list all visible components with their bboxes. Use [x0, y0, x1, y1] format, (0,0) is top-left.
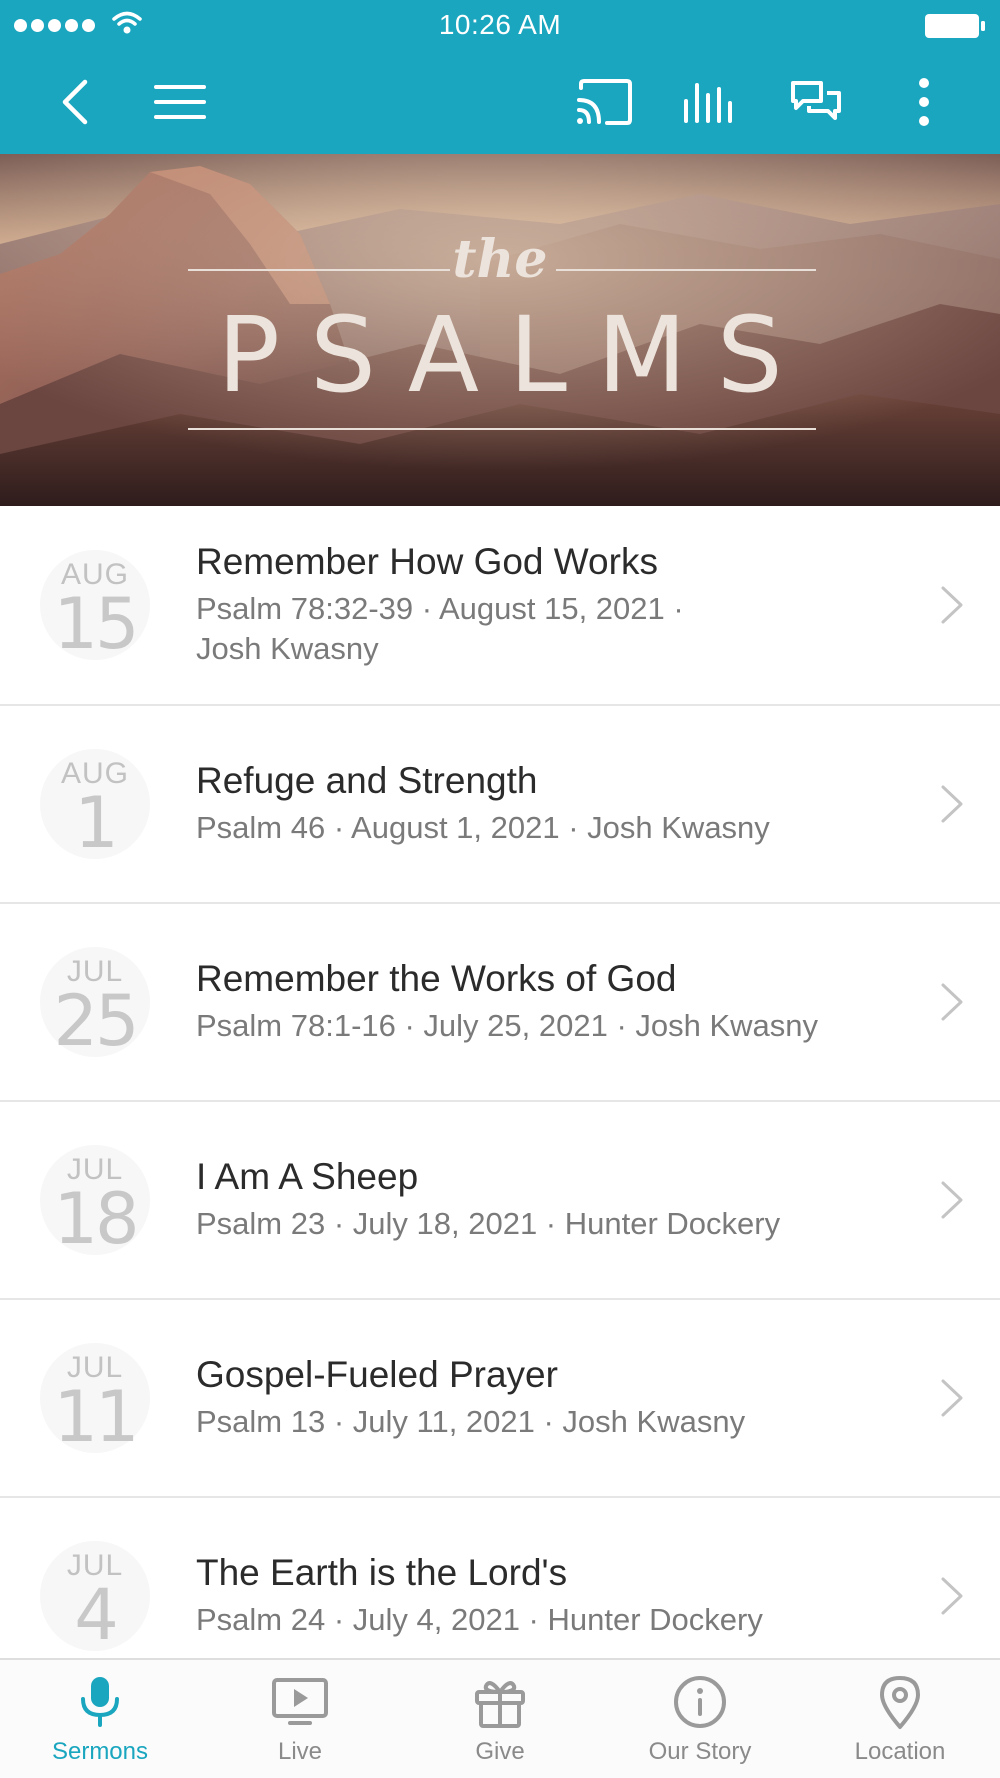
date-day: 4	[74, 1574, 119, 1656]
microphone-icon	[81, 1677, 119, 1727]
date-day: 1	[74, 782, 119, 864]
chevron-right-icon	[941, 983, 963, 1021]
gift-icon	[475, 1681, 525, 1728]
date-day: 15	[53, 583, 139, 665]
tab-label: Location	[854, 1738, 946, 1765]
date-badge: JUL 11	[40, 1343, 150, 1453]
more-vertical-icon	[919, 78, 929, 126]
chevron-right-icon	[941, 586, 963, 624]
cast-icon	[577, 79, 632, 125]
tab-label: Our Story	[648, 1738, 752, 1765]
tv-play-icon	[272, 1678, 328, 1725]
info-icon	[674, 1676, 726, 1728]
battery-icon	[925, 14, 985, 38]
date-badge: AUG 1	[40, 749, 150, 859]
sermon-details: Psalm 46 · August 1, 2021 · Josh Kwasny	[196, 810, 770, 845]
sermon-title: Refuge and Strength	[196, 760, 538, 801]
chat-button[interactable]	[786, 72, 846, 132]
back-button[interactable]	[44, 72, 104, 132]
sermon-row[interactable]: JUL 18 I Am A Sheep Psalm 23 · July 18, …	[0, 1102, 1000, 1300]
date-badge: AUG 15	[40, 550, 150, 660]
tab-label: Live	[277, 1738, 323, 1765]
hamburger-menu-icon	[154, 85, 206, 119]
chevron-right-icon	[941, 1577, 963, 1615]
sermon-details: Psalm 78:1-16 · July 25, 2021 · Josh Kwa…	[196, 1008, 819, 1043]
date-day: 25	[53, 980, 139, 1062]
chevron-right-icon	[941, 1181, 963, 1219]
banner-divider-line	[188, 428, 816, 430]
tab-give[interactable]: Give	[400, 1660, 600, 1778]
status-bar: 10:26 AM	[0, 0, 1000, 50]
tab-sermons[interactable]: Sermons	[0, 1660, 200, 1778]
navigation-bar	[0, 50, 1000, 154]
banner-title-small: the	[452, 229, 548, 290]
tab-label: Sermons	[51, 1738, 149, 1765]
sermon-row[interactable]: JUL 25 Remember the Works of God Psalm 7…	[0, 904, 1000, 1102]
sermon-row[interactable]: AUG 15 Remember How God Works Psalm 78:3…	[0, 506, 1000, 706]
cast-button[interactable]	[574, 72, 634, 132]
series-banner: the PSALMS	[0, 154, 1000, 506]
date-badge: JUL 25	[40, 947, 150, 1057]
map-pin-icon	[880, 1676, 920, 1729]
sermon-row[interactable]: AUG 1 Refuge and Strength Psalm 46 · Aug…	[0, 706, 1000, 904]
tab-our-story[interactable]: Our Story	[600, 1660, 800, 1778]
date-day: 18	[53, 1178, 139, 1260]
sermon-title: I Am A Sheep	[196, 1156, 419, 1197]
banner-title: PSALMS	[217, 294, 813, 416]
date-badge: JUL 18	[40, 1145, 150, 1255]
tab-live[interactable]: Live	[200, 1660, 400, 1778]
chevron-right-icon	[941, 785, 963, 823]
tab-label: Give	[475, 1738, 525, 1765]
audio-button[interactable]	[680, 72, 740, 132]
tab-bar: Sermons Live Give Our Story Location	[0, 1658, 1000, 1778]
sermon-row[interactable]: JUL 11 Gospel-Fueled Prayer Psalm 13 · J…	[0, 1300, 1000, 1498]
sermon-details: Psalm 23 · July 18, 2021 · Hunter Docker…	[196, 1206, 781, 1241]
more-options-button[interactable]	[894, 72, 954, 132]
sermon-details: Psalm 24 · July 4, 2021 · Hunter Dockery	[196, 1602, 763, 1637]
sermon-details: Psalm 13 · July 11, 2021 · Josh Kwasny	[196, 1404, 746, 1439]
menu-button[interactable]	[150, 72, 210, 132]
sermon-list: AUG 15 Remember How God Works Psalm 78:3…	[0, 506, 1000, 1696]
status-time: 10:26 AM	[438, 9, 562, 40]
sermon-title: Gospel-Fueled Prayer	[196, 1354, 558, 1395]
sermon-title: Remember How God Works	[196, 541, 658, 582]
date-day: 11	[53, 1376, 139, 1458]
audio-bars-icon	[684, 83, 732, 123]
sermon-details: Psalm 78:32-39 · August 15, 2021 · Josh …	[196, 591, 684, 666]
chevron-right-icon	[941, 1379, 963, 1417]
tab-location[interactable]: Location	[800, 1660, 1000, 1778]
chevron-left-icon	[62, 79, 88, 125]
date-badge: JUL 4	[40, 1541, 150, 1651]
sermon-title: The Earth is the Lord's	[196, 1552, 568, 1593]
chat-bubbles-icon	[791, 81, 841, 120]
sermon-title: Remember the Works of God	[196, 958, 677, 999]
